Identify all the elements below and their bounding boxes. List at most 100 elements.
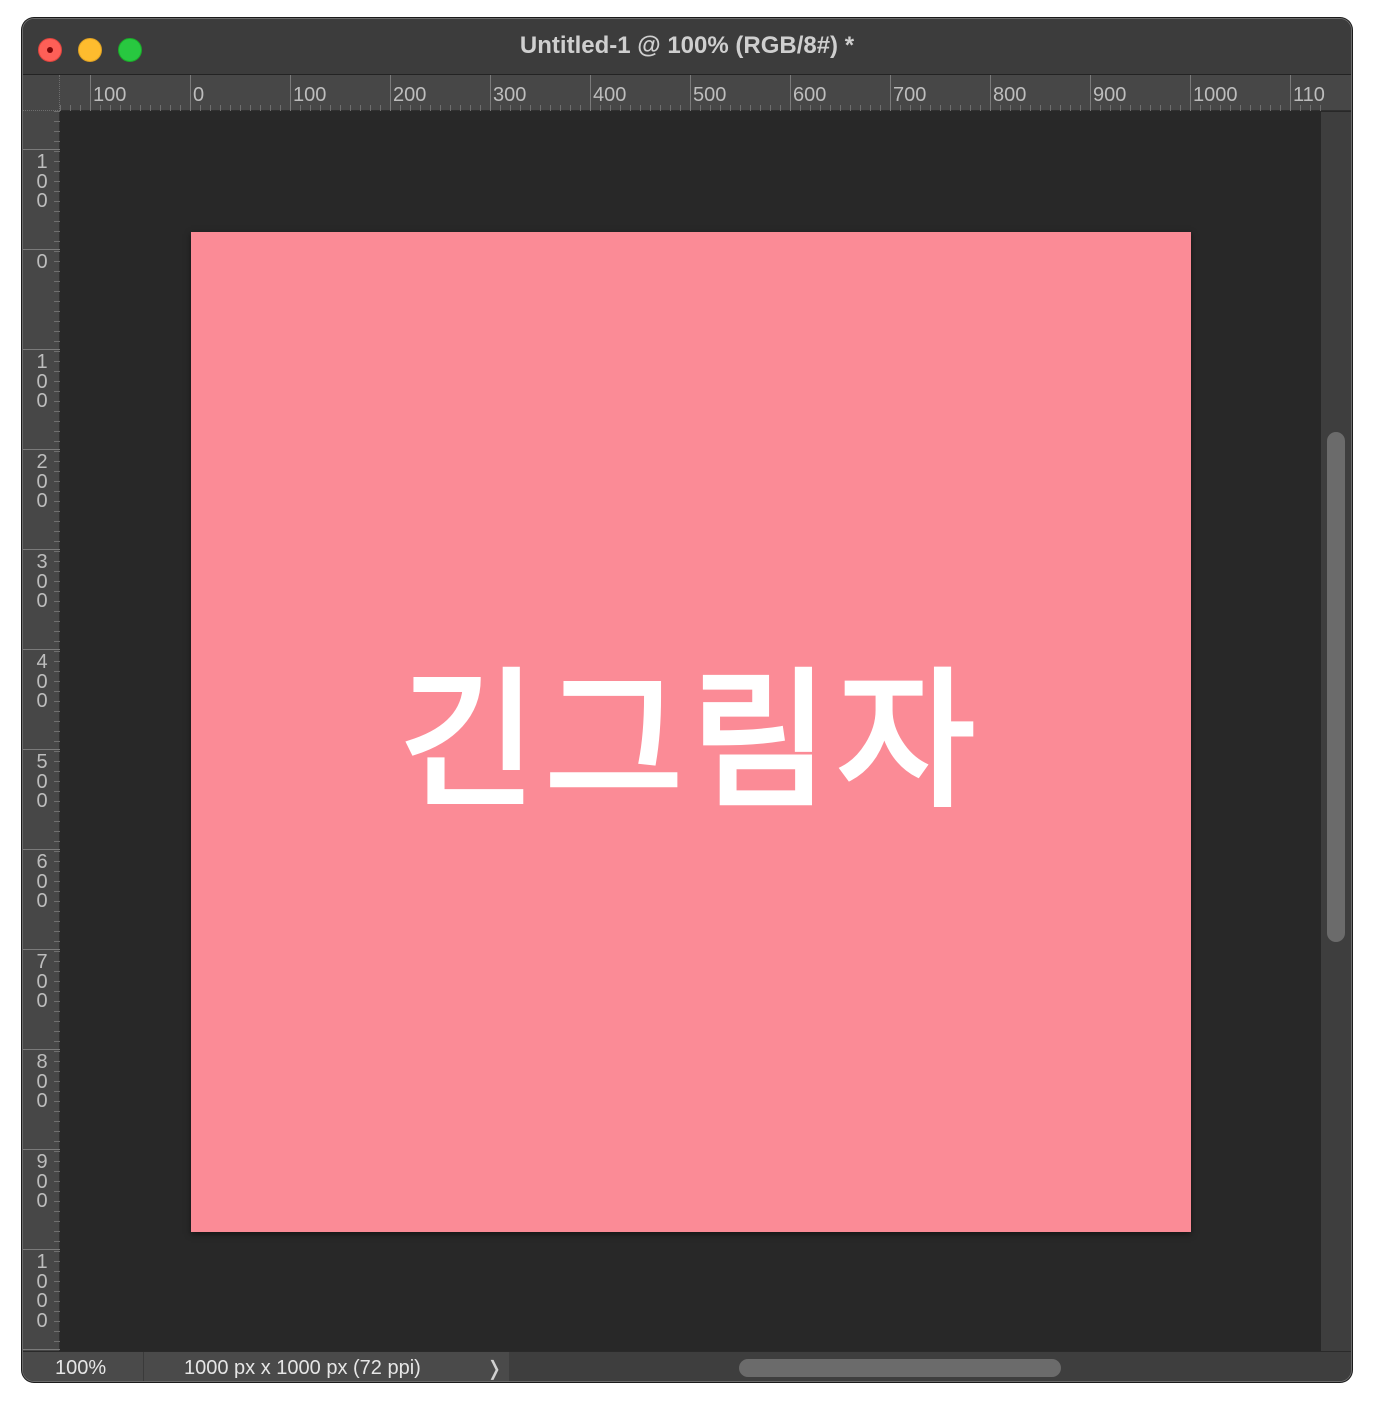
ruler-tick [530,105,531,111]
ruler-label: 900 [36,1151,48,1212]
ruler-tick [54,1271,60,1272]
ruler-label: 0 [193,84,205,106]
ruler-tick [54,641,60,642]
ruler-tick [54,1011,60,1012]
ruler-tick [54,1261,60,1262]
ruler-label: 110 [1293,84,1325,106]
ruler-label: 600 [36,851,48,912]
ruler-tick [1140,105,1141,111]
ruler-tick [54,261,60,262]
ruler-tick [54,321,60,322]
ruler-tick [340,105,341,111]
ruler-tick [670,105,671,111]
ruler-tick [70,105,71,111]
ruler-tick [54,211,60,212]
ruler-major-tick [990,75,991,111]
ruler-label: 300 [36,551,48,612]
ruler-major-tick [190,75,191,111]
horizontal-scroll-thumb[interactable] [739,1359,1061,1377]
ruler-tick [54,991,60,992]
ruler-tick [54,781,60,782]
ruler-tick [54,861,60,862]
ruler-tick [54,531,60,532]
ruler-tick [54,571,60,572]
ruler-tick [950,105,951,111]
ruler-tick [930,105,931,111]
ruler-tick [54,1111,60,1112]
ruler-tick [740,105,741,111]
ruler-tick [330,105,331,111]
ruler-tick [54,911,60,912]
ruler-tick [54,1121,60,1122]
ruler-tick [980,105,981,111]
ruler-tick [54,931,60,932]
ruler-tick [54,601,60,602]
ruler-tick [54,1181,60,1182]
ruler-tick [54,241,60,242]
ruler-tick [1130,105,1131,111]
ruler-major-tick [23,649,60,650]
artboard[interactable]: 긴그림자 [191,232,1191,1232]
ruler-tick [54,551,60,552]
ruler-tick [54,251,60,252]
ruler-label: 400 [593,84,627,106]
vertical-ruler[interactable]: 100010020030040050060070080090010001 [23,111,60,1372]
ruler-tick [54,1241,60,1242]
ruler-tick [54,751,60,752]
title-bar[interactable]: Untitled-1 @ 100% (RGB/8#) * [23,19,1351,75]
ruler-tick [54,821,60,822]
vertical-scroll-thumb[interactable] [1327,432,1345,942]
ruler-origin[interactable] [23,75,60,111]
ruler-tick [54,681,60,682]
ruler-tick [54,1071,60,1072]
vertical-scrollbar[interactable] [1321,112,1351,1351]
ruler-tick [1050,105,1051,111]
ruler-tick [870,105,871,111]
ruler-label: 1000 [1193,84,1238,106]
ruler-tick [54,231,60,232]
ruler-tick [440,105,441,111]
ruler-tick [54,1301,60,1302]
ruler-label: 600 [793,84,827,106]
ruler-tick [54,1141,60,1142]
ruler-tick [54,481,60,482]
ruler-label: 200 [393,84,427,106]
ruler-tick [54,711,60,712]
ruler-tick [1170,105,1171,111]
ruler-tick [54,851,60,852]
ruler-major-tick [23,249,60,250]
canvas-workspace[interactable]: 긴그림자 [61,112,1321,1351]
ruler-tick [54,1311,60,1312]
ruler-tick [54,1081,60,1082]
ruler-tick [54,1191,60,1192]
ruler-tick [150,105,151,111]
chevron-right-icon[interactable]: ❭ [486,1356,503,1380]
ruler-tick [430,105,431,111]
ruler-tick [210,105,211,111]
ruler-major-tick [690,75,691,111]
ruler-label: 500 [36,751,48,812]
ruler-tick [54,651,60,652]
ruler-tick [54,1321,60,1322]
ruler-tick [660,105,661,111]
ruler-tick [54,761,60,762]
ruler-tick [54,841,60,842]
ruler-tick [54,561,60,562]
document-info[interactable]: 1000 px x 1000 px (72 ppi) [143,1352,509,1381]
ruler-major-tick [1090,75,1091,111]
ruler-label: 200 [36,451,48,512]
ruler-label: 900 [1093,84,1127,106]
zoom-level-field[interactable]: 100% [23,1352,143,1381]
ruler-tick [640,105,641,111]
ruler-tick [560,105,561,111]
ruler-tick [54,1281,60,1282]
ruler-tick [54,1151,60,1152]
ruler-tick [54,1331,60,1332]
ruler-tick [580,105,581,111]
horizontal-ruler[interactable]: 100 0 100 200 300 400 500 600 700 800 900 1000 110 [23,75,1351,111]
canvas-text-layer[interactable]: 긴그림자 [191,662,1191,822]
ruler-tick [760,105,761,111]
ruler-tick [54,1101,60,1102]
ruler-tick [54,151,60,152]
ruler-tick [940,105,941,111]
